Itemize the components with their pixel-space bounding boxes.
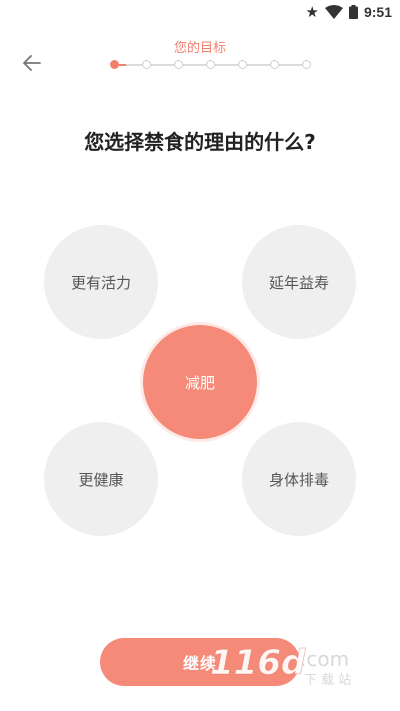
progress-indicator: [110, 60, 312, 70]
option-label: 延年益寿: [268, 273, 329, 292]
progress-dot-7: [302, 60, 311, 69]
option-label: 身体排毒: [268, 470, 329, 489]
option-detox[interactable]: 身体排毒: [242, 422, 356, 536]
option-healthier[interactable]: 更健康: [44, 422, 158, 536]
option-more-energy[interactable]: 更有活力: [44, 225, 158, 339]
question-title: 您选择禁食的理由的什么?: [84, 130, 316, 154]
progress-dot-5: [238, 60, 247, 69]
svg-text:.com: .com: [300, 647, 349, 671]
option-lose-weight[interactable]: 减肥: [143, 325, 257, 439]
wifi-icon: [324, 5, 343, 19]
battery-icon: [348, 5, 358, 19]
step-title: 您的目标: [173, 41, 226, 56]
status-bar: ★ 9:51: [0, 0, 400, 24]
option-label: 更有活力: [70, 273, 131, 292]
option-label: 更健康: [78, 470, 124, 489]
status-icons: ★ 9:51: [306, 3, 392, 21]
option-label: 减肥: [184, 373, 215, 392]
continue-button[interactable]: 继续: [100, 638, 300, 686]
continue-label: 继续: [182, 654, 217, 673]
arrow-left-icon: [23, 55, 41, 71]
star-icon: ★: [305, 2, 319, 21]
option-longevity[interactable]: 延年益寿: [242, 225, 356, 339]
status-time: 9:51: [363, 4, 392, 20]
progress-dot-3: [174, 60, 183, 69]
progress-dot-1: [110, 60, 119, 69]
progress-dot-6: [270, 60, 279, 69]
progress-dot-4: [206, 60, 215, 69]
svg-text:下 载 站: 下 载 站: [304, 673, 351, 688]
progress-dot-2: [142, 60, 151, 69]
